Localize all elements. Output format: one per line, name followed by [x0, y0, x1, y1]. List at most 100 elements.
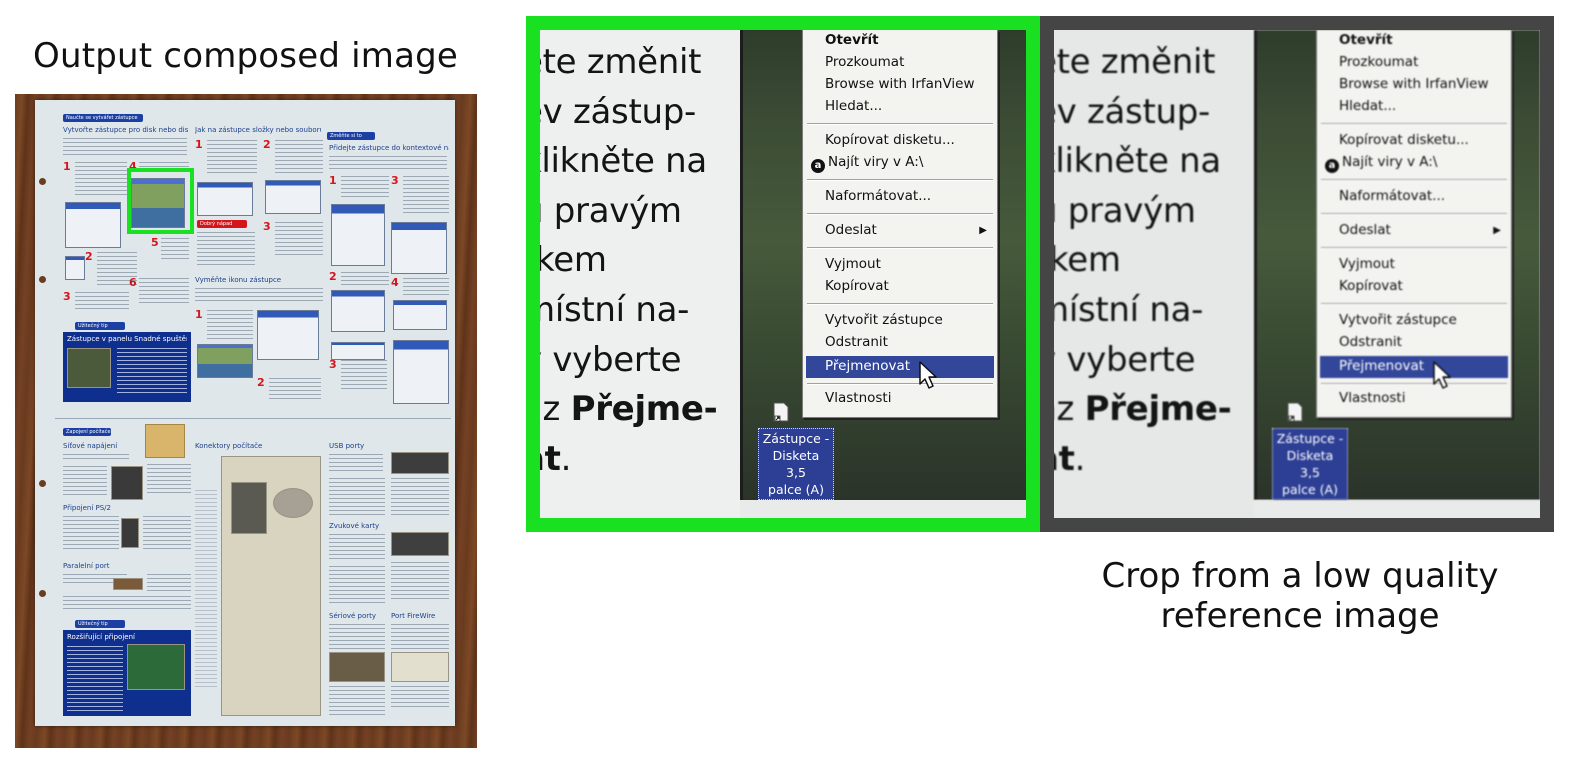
- reference-crop: ete změnit ev zástup- klikněte na u prav…: [1054, 30, 1540, 518]
- menu-item-scan-viruses[interactable]: a Najít viry v A:\: [811, 154, 923, 173]
- body-text: [329, 156, 447, 172]
- menu-item-search[interactable]: Hledat...: [1339, 98, 1396, 114]
- body-text: [391, 478, 449, 518]
- body-text: [329, 478, 385, 518]
- desktop-icon-label[interactable]: Zástupce - Disketa 3,5 palce (A): [1272, 428, 1348, 500]
- step-number: 3: [63, 290, 71, 303]
- body-text: [63, 596, 191, 610]
- menu-item-rename-selected[interactable]: Přejmenovat: [1320, 356, 1508, 378]
- context-menu: Otevřít Prozkoumat Browse with IrfanView…: [1316, 30, 1512, 418]
- menu-item-cut[interactable]: Vyjmout: [825, 256, 881, 272]
- highlight-region: [127, 168, 194, 234]
- body-text: [63, 516, 119, 550]
- body-text: [275, 140, 323, 174]
- text-line: u pravým: [1054, 190, 1196, 231]
- section-tag: Naučte se vytvářet zástupce: [63, 114, 143, 122]
- body-text: [75, 162, 127, 198]
- menu-separator: [807, 247, 993, 249]
- icon-label-line: Disketa 3,5: [1286, 448, 1334, 480]
- menu-item-copy-disk[interactable]: Kopírovat disketu...: [1339, 132, 1469, 148]
- expansion-card-photo: [127, 644, 185, 690]
- page-margin: [740, 500, 1026, 518]
- menu-item-irfanview[interactable]: Browse with IrfanView: [825, 76, 975, 92]
- ps2-photo: [121, 518, 139, 548]
- menu-item-copy-disk[interactable]: Kopírovat disketu...: [825, 132, 955, 148]
- desktop-icon-label[interactable]: Zástupce - Disketa 3,5 palce (A): [758, 428, 834, 500]
- tip-box-title: Rozšiřující připojení: [67, 633, 135, 641]
- menu-item-delete[interactable]: Odstranit: [1339, 334, 1402, 350]
- menu-item-scan-viruses[interactable]: a Najít viry v A:\: [1325, 154, 1437, 173]
- menu-item-format[interactable]: Naformátovat...: [825, 188, 931, 204]
- text-line: ev zástup-: [540, 91, 696, 132]
- body-text: [63, 466, 107, 496]
- menu-item-send-to[interactable]: Odeslat: [1339, 222, 1391, 238]
- text-line-with-bold: az Přejme-: [540, 385, 718, 435]
- body-text: [275, 222, 323, 258]
- menu-item-copy[interactable]: Kopírovat: [1339, 278, 1403, 294]
- usb-photo: [391, 452, 449, 474]
- menu-item-format[interactable]: Naformátovat...: [1339, 188, 1445, 204]
- text-line: místní na-: [540, 289, 690, 330]
- screenshot-thumb: [257, 310, 319, 360]
- section-title: Port FireWire: [391, 612, 436, 620]
- body-text: [329, 534, 385, 562]
- menu-separator: [1321, 247, 1507, 249]
- menu-item-send-to[interactable]: Odeslat: [825, 222, 877, 238]
- menu-item-explore[interactable]: Prozkoumat: [825, 54, 904, 70]
- bold-fragment: at: [1054, 438, 1075, 479]
- menu-item-label: Najít viry v A:\: [1342, 154, 1438, 170]
- body-text: [403, 176, 449, 216]
- body-text: [269, 378, 321, 402]
- body-text: [197, 232, 255, 266]
- section-title: Konektory počítače: [195, 442, 263, 450]
- menu-item-rename-selected[interactable]: Přejmenovat: [806, 356, 994, 378]
- mouse-cursor-icon: [919, 361, 937, 389]
- menu-item-cut[interactable]: Vyjmout: [1339, 256, 1395, 272]
- serial-port-photo: [329, 652, 385, 682]
- body-text: [329, 454, 383, 474]
- sound-card-photo: [391, 532, 449, 556]
- body-text: [207, 140, 257, 176]
- menu-item-create-shortcut[interactable]: Vytvořit zástupce: [825, 312, 943, 328]
- body-text: [391, 686, 449, 710]
- section-title: Jak na zástupce složky nebo souboru: [195, 126, 321, 134]
- menu-item-open[interactable]: Otevřít: [1339, 32, 1393, 48]
- menu-item-explore[interactable]: Prozkoumat: [1339, 54, 1418, 70]
- menu-item-irfanview[interactable]: Browse with IrfanView: [1339, 76, 1489, 92]
- body-text: [161, 238, 189, 262]
- text-fragment: az: [1054, 389, 1075, 430]
- tip-box: Rozšiřující připojení: [63, 630, 191, 716]
- menu-item-label: Přejmenovat: [825, 358, 911, 374]
- shortcut-file-icon: [1287, 402, 1303, 422]
- bold-word: Přejme-: [1084, 389, 1232, 430]
- crop-body-text: ete změnit ev zástup- klikněte na u prav…: [540, 38, 718, 484]
- output-crop-frame: ete změnit ev zástup- klikněte na u prav…: [526, 16, 1040, 532]
- step-number: 4: [391, 276, 399, 289]
- menu-item-label: Přejmenovat: [1339, 358, 1425, 374]
- text-line: ete změnit: [1054, 42, 1216, 82]
- menu-item-delete[interactable]: Odstranit: [825, 334, 888, 350]
- mouse-cursor-icon: [1433, 361, 1451, 389]
- box-icon: [145, 424, 185, 458]
- menu-item-search[interactable]: Hledat...: [825, 98, 882, 114]
- body-text: [63, 138, 187, 158]
- menu-item-open[interactable]: Otevřít: [825, 32, 879, 48]
- screenshot-thumb: [331, 342, 385, 360]
- magazine-page: Naučte se vytvářet zástupce Vytvořte zás…: [35, 100, 455, 726]
- section-tag: Užitečný tip: [75, 620, 125, 628]
- submenu-arrow-icon: ▶: [1493, 225, 1501, 236]
- tip-photo: [67, 348, 111, 388]
- menu-item-properties[interactable]: Vlastnosti: [825, 390, 891, 406]
- body-text: [75, 292, 129, 312]
- context-menu: Otevřít Prozkoumat Browse with IrfanView…: [802, 30, 998, 418]
- body-text: [67, 646, 123, 712]
- menu-item-properties[interactable]: Vlastnosti: [1339, 390, 1405, 406]
- step-number: 3: [263, 220, 271, 233]
- body-text: [341, 176, 389, 200]
- text-fragment: az: [540, 389, 561, 430]
- menu-item-create-shortcut[interactable]: Vytvořit zástupce: [1339, 312, 1457, 328]
- screenshot-thumb: [331, 290, 385, 332]
- menu-item-copy[interactable]: Kopírovat: [825, 278, 889, 294]
- firewire-cable-photo: [391, 652, 449, 682]
- step-number: 1: [63, 160, 71, 173]
